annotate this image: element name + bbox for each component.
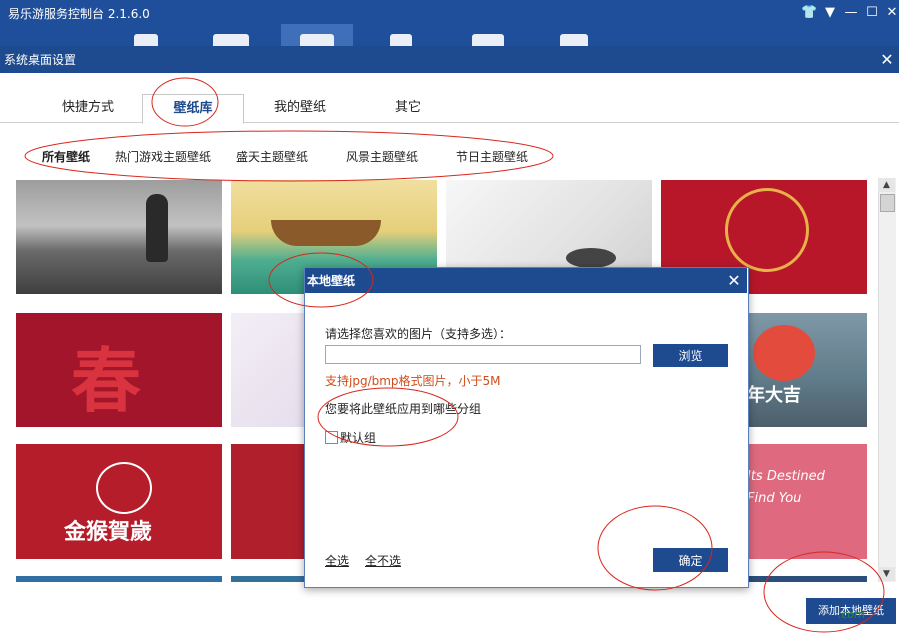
annotation-ellipse <box>24 130 554 182</box>
annotation-ellipse <box>763 551 885 633</box>
annotation-ellipse <box>151 77 219 127</box>
annotation-ellipse <box>597 505 713 591</box>
annotation-layer <box>24 77 885 633</box>
annotation-ellipse <box>317 387 459 447</box>
annotation-ellipse <box>268 252 374 308</box>
